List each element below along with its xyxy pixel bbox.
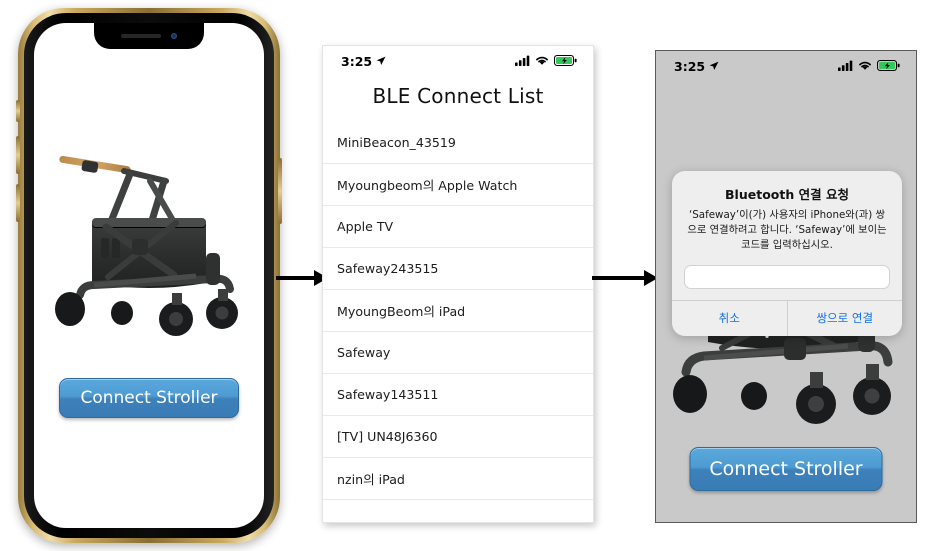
list-item[interactable]: MyoungBeom의 iPad <box>323 290 593 332</box>
status-bar-left: 3:25 <box>674 59 719 74</box>
dialog-title: Bluetooth 연결 요청 <box>725 187 849 202</box>
connect-stroller-button[interactable]: Connect Stroller <box>689 447 883 491</box>
status-bar-time: 3:25 <box>674 58 706 74</box>
battery-charging-icon <box>877 59 900 74</box>
cellular-bars-icon <box>515 54 530 69</box>
connect-stroller-button-wrap: Connect Stroller <box>689 447 883 491</box>
status-bar: 3:25 <box>323 46 593 76</box>
dialog-actions: 취소 쌍으로 연결 <box>672 299 903 336</box>
flow-arrow-1 <box>276 268 328 288</box>
bluetooth-pairing-dialog: Bluetooth 연결 요청 ‘Safeway’이(가) 사용자의 iPhon… <box>672 171 902 336</box>
volume-down-button[interactable] <box>16 184 20 222</box>
phone-1-screen: Connect Stroller <box>34 23 264 528</box>
connect-stroller-button-wrap: Connect Stroller <box>59 378 239 418</box>
phone-screen-3-pairing: 3:25 Bluetooth 연결 요청 ‘Safeway’이(가) 사용자의 … <box>655 50 917 523</box>
pair-confirm-button[interactable]: 쌍으로 연결 <box>786 300 903 336</box>
location-arrow-icon <box>376 54 386 69</box>
notch <box>94 23 204 49</box>
dialog-message: ‘Safeway’이(가) 사용자의 iPhone와(과) 쌍으로 연결하려고 … <box>687 209 887 251</box>
battery-charging-icon <box>554 54 577 69</box>
earpiece-speaker-icon <box>121 34 161 38</box>
volume-up-button[interactable] <box>16 136 20 174</box>
phone-screen-2-ble-list: 3:25 BLE Connect List MiniBeacon_43519 M… <box>322 45 594 523</box>
pairing-code-input[interactable] <box>684 264 890 289</box>
cellular-bars-icon <box>838 59 853 74</box>
status-bar-time: 3:25 <box>341 53 373 69</box>
front-camera-icon <box>171 33 177 39</box>
list-item[interactable]: Apple TV <box>323 206 593 248</box>
status-bar-right <box>515 54 577 69</box>
list-item[interactable]: Myoungbeom의 Apple Watch <box>323 164 593 206</box>
status-bar-left: 3:25 <box>341 54 386 69</box>
dialog-body: Bluetooth 연결 요청 ‘Safeway’이(가) 사용자의 iPhon… <box>672 171 902 300</box>
status-bar-right <box>838 59 900 74</box>
list-item[interactable]: Safeway243515 <box>323 248 593 290</box>
phone-device-1: Connect Stroller <box>16 8 282 543</box>
list-item[interactable]: nzin의 iPad <box>323 458 593 500</box>
list-item[interactable]: MiniBeacon_43519 <box>323 122 593 164</box>
wifi-icon <box>858 59 872 74</box>
list-item[interactable]: [TV] UN48J6360 <box>323 416 593 458</box>
status-bar: 3:25 <box>656 51 916 81</box>
power-button[interactable] <box>278 158 282 224</box>
mute-switch[interactable] <box>16 100 20 122</box>
list-item[interactable]: Safeway143511 <box>323 374 593 416</box>
cancel-button[interactable]: 취소 <box>672 301 787 336</box>
flow-diagram: Connect Stroller 3:25 BLE Connect List M… <box>0 0 936 551</box>
location-arrow-icon <box>709 59 719 74</box>
flow-arrow-2 <box>592 268 658 288</box>
ble-device-list: MiniBeacon_43519 Myoungbeom의 Apple Watch… <box>323 122 593 500</box>
wifi-icon <box>535 54 549 69</box>
page-title: BLE Connect List <box>372 84 544 108</box>
connect-stroller-button[interactable]: Connect Stroller <box>59 378 239 418</box>
stroller-product-image <box>46 143 252 343</box>
list-item[interactable]: Safeway <box>323 332 593 374</box>
